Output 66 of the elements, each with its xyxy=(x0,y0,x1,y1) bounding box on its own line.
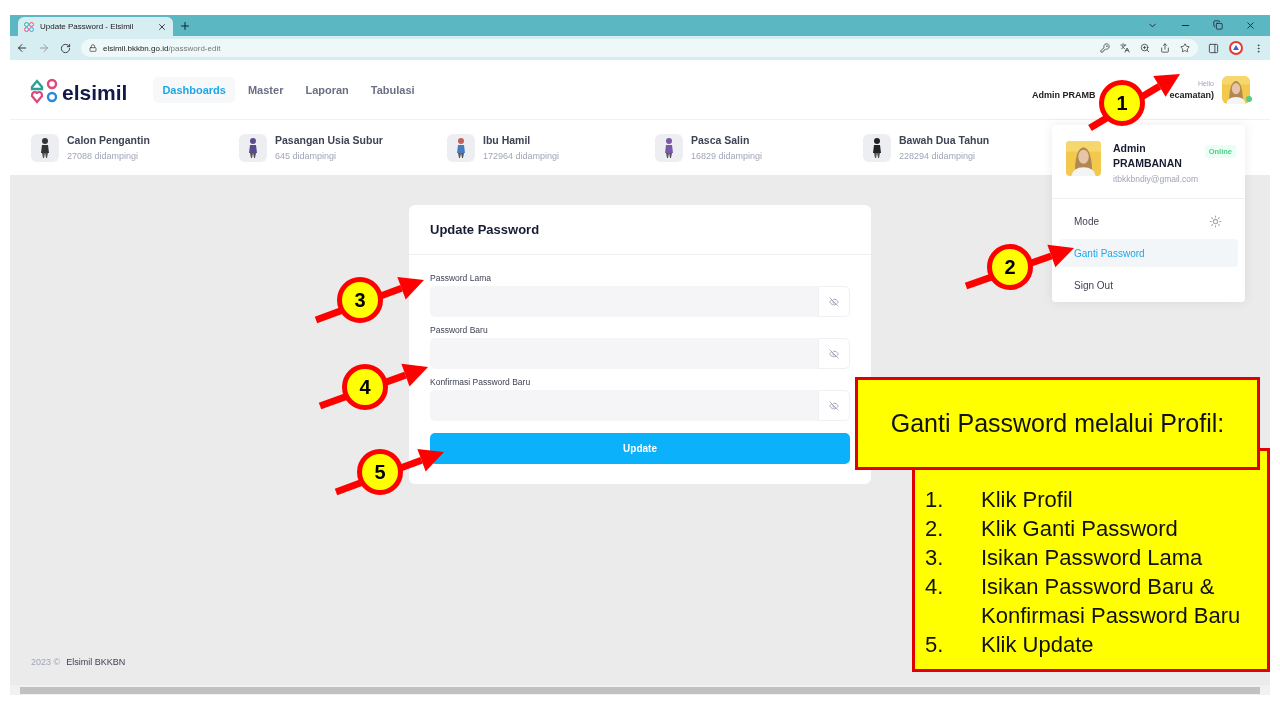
new-tab-icon[interactable] xyxy=(179,20,191,32)
star-icon[interactable] xyxy=(1180,43,1190,53)
restore-icon[interactable] xyxy=(1213,20,1223,30)
user-name: Admin PRAMB xyxy=(1031,89,1096,100)
step-text: Klik Ganti Password xyxy=(981,515,1179,543)
stat-count: 228294 didampingi xyxy=(899,151,977,161)
browser-tab[interactable]: Update Password - Elsimil xyxy=(18,17,173,36)
stat-title: Calon Pengantin xyxy=(67,134,150,146)
stat-title: Pasca Salin xyxy=(691,134,751,146)
stat-count: 16829 didampingi xyxy=(691,151,763,161)
nav-tab[interactable]: Dashboards xyxy=(153,76,235,103)
back-icon[interactable] xyxy=(16,42,28,54)
nav-tab[interactable]: Master xyxy=(238,76,293,103)
side-panel-icon[interactable] xyxy=(1208,42,1219,54)
step-text: Klik Profil xyxy=(981,486,1074,514)
eye-off-icon xyxy=(829,296,839,307)
footer-link[interactable]: Elsimil BKKBN xyxy=(66,657,126,667)
stat-count: 172964 didampingi xyxy=(483,151,560,161)
eye-off-icon xyxy=(829,400,839,411)
menu-email: itbkkbndiy@gmail.com xyxy=(1113,174,1200,184)
menu-user-name: Admin PRAMBANAN xyxy=(1113,141,1183,171)
sun-icon[interactable] xyxy=(1209,214,1222,228)
logo-icon xyxy=(24,21,34,32)
step-text: Isikan Password Baru & Konfirmasi Password Baru xyxy=(981,573,1242,630)
step-number: 1. xyxy=(925,486,945,514)
toggle-visibility-button[interactable] xyxy=(818,338,850,369)
logo-text: elsimil xyxy=(62,80,128,105)
toggle-visibility-button[interactable] xyxy=(818,390,850,421)
toggle-visibility-button[interactable] xyxy=(818,286,850,317)
nav-tab[interactable]: Tabulasi xyxy=(361,76,424,103)
tab-title: Update Password - Elsimil xyxy=(40,22,135,31)
eye-off-icon xyxy=(829,348,839,359)
menu-item[interactable]: Sign Out xyxy=(1059,271,1238,299)
callout-title: Ganti Password melalui Profil: xyxy=(890,409,1225,438)
close-icon[interactable] xyxy=(1245,20,1256,31)
stat-count: 645 didampingi xyxy=(275,151,338,161)
profile-icon[interactable] xyxy=(1229,41,1243,55)
lock-icon xyxy=(89,44,97,52)
step-text: Isikan Password Lama xyxy=(981,544,1204,572)
address-bar[interactable]: elsimil.bkkbn.go.id/password-edit xyxy=(81,39,1198,57)
status-dot xyxy=(1246,95,1252,102)
step-number: 2. xyxy=(925,515,945,543)
stat-title: Ibu Hamil xyxy=(483,134,532,146)
step-number: 5. xyxy=(925,631,945,659)
scrollbar[interactable] xyxy=(10,685,1270,695)
copyright-year: 2023 © xyxy=(31,657,61,667)
user-role: ecamatan) xyxy=(1169,89,1214,100)
stat-title: Bawah Dua Tahun xyxy=(899,134,990,146)
nav-tab[interactable]: Laporan xyxy=(296,76,358,103)
share-icon[interactable] xyxy=(1160,43,1170,53)
menu-item[interactable]: Ganti Password xyxy=(1059,239,1238,267)
reload-icon[interactable] xyxy=(60,42,71,54)
key-icon[interactable] xyxy=(1100,43,1110,53)
close-icon[interactable] xyxy=(157,21,167,32)
stat-title: Pasangan Usia Subur xyxy=(275,134,383,146)
card-title: Update Password xyxy=(430,222,540,237)
step-number: 3. xyxy=(925,544,945,572)
stat-count: 27088 didampingi xyxy=(67,151,140,161)
step-number: 4. xyxy=(925,573,945,601)
translate-icon[interactable] xyxy=(1120,43,1130,53)
field-label: Password Baru xyxy=(430,325,489,335)
zoom-icon[interactable] xyxy=(1140,43,1150,53)
field-label: Password Lama xyxy=(430,273,492,283)
step-text: Klik Update xyxy=(981,631,1095,659)
menu-item[interactable]: Mode xyxy=(1059,207,1238,235)
field-label: Konfirmasi Password Baru xyxy=(430,377,532,387)
